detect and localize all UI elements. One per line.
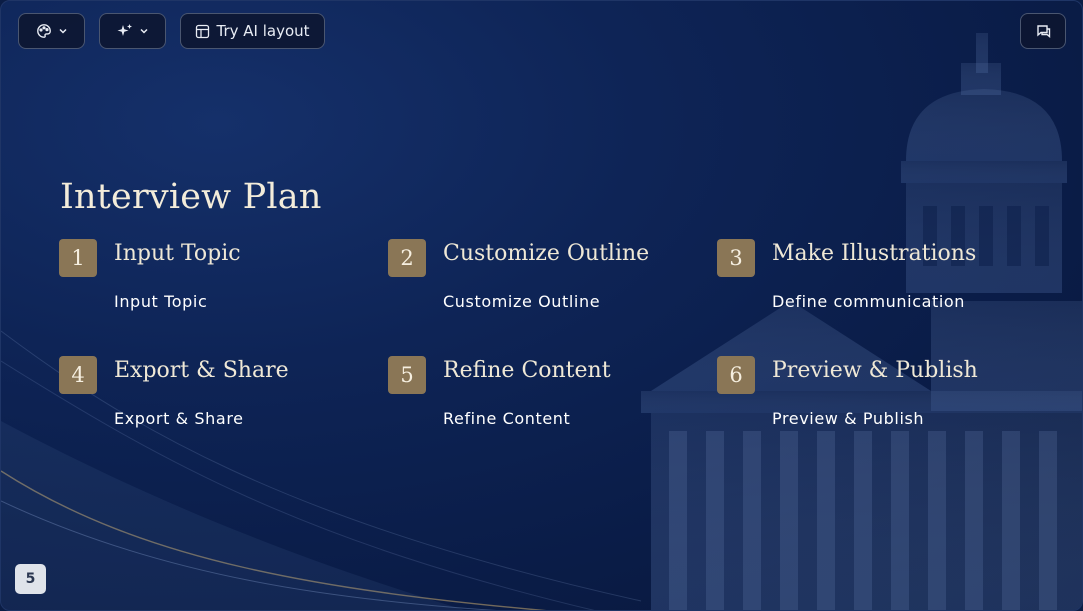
comments-button[interactable]: [1020, 13, 1066, 49]
step-title: Export & Share: [114, 358, 289, 383]
step-title: Make Illustrations: [772, 241, 977, 266]
step-number-badge: 4: [59, 356, 97, 394]
step-number-badge: 1: [59, 239, 97, 277]
step-title: Preview & Publish: [772, 358, 978, 383]
palette-icon: [36, 23, 52, 39]
step-item[interactable]: 2 Customize Outline Customize Outline: [388, 239, 708, 319]
ai-assist-button[interactable]: [99, 13, 166, 49]
chevron-down-icon: [58, 26, 68, 36]
step-number-badge: 6: [717, 356, 755, 394]
step-item[interactable]: 4 Export & Share Export & Share: [59, 356, 379, 436]
step-description: Define communication: [772, 292, 966, 311]
step-description: Preview & Publish: [772, 409, 925, 428]
layout-icon: [195, 24, 210, 39]
step-title: Input Topic: [114, 241, 241, 266]
try-ai-layout-label: Try AI layout: [216, 22, 310, 40]
slide-canvas: Try AI layout Interview Plan 1 Input Top…: [0, 0, 1083, 611]
theme-button[interactable]: [18, 13, 85, 49]
step-item[interactable]: 6 Preview & Publish Preview & Publish: [717, 356, 1037, 436]
step-description: Input Topic: [114, 292, 208, 311]
step-item[interactable]: 1 Input Topic Input Topic: [59, 239, 379, 319]
chat-icon: [1035, 23, 1052, 40]
step-item[interactable]: 5 Refine Content Refine Content: [388, 356, 708, 436]
step-number-badge: 5: [388, 356, 426, 394]
step-description: Export & Share: [114, 409, 244, 428]
step-description: Customize Outline: [443, 292, 601, 311]
step-number-badge: 3: [717, 239, 755, 277]
slide-title[interactable]: Interview Plan: [60, 177, 322, 217]
sparkles-icon: [117, 23, 133, 39]
try-ai-layout-button[interactable]: Try AI layout: [180, 13, 325, 49]
step-item[interactable]: 3 Make Illustrations Define communicatio…: [717, 239, 1037, 319]
step-title: Customize Outline: [443, 241, 650, 266]
chevron-down-icon: [139, 26, 149, 36]
step-description: Refine Content: [443, 409, 571, 428]
page-number-badge[interactable]: 5: [15, 564, 46, 594]
step-title: Refine Content: [443, 358, 611, 383]
step-number-badge: 2: [388, 239, 426, 277]
